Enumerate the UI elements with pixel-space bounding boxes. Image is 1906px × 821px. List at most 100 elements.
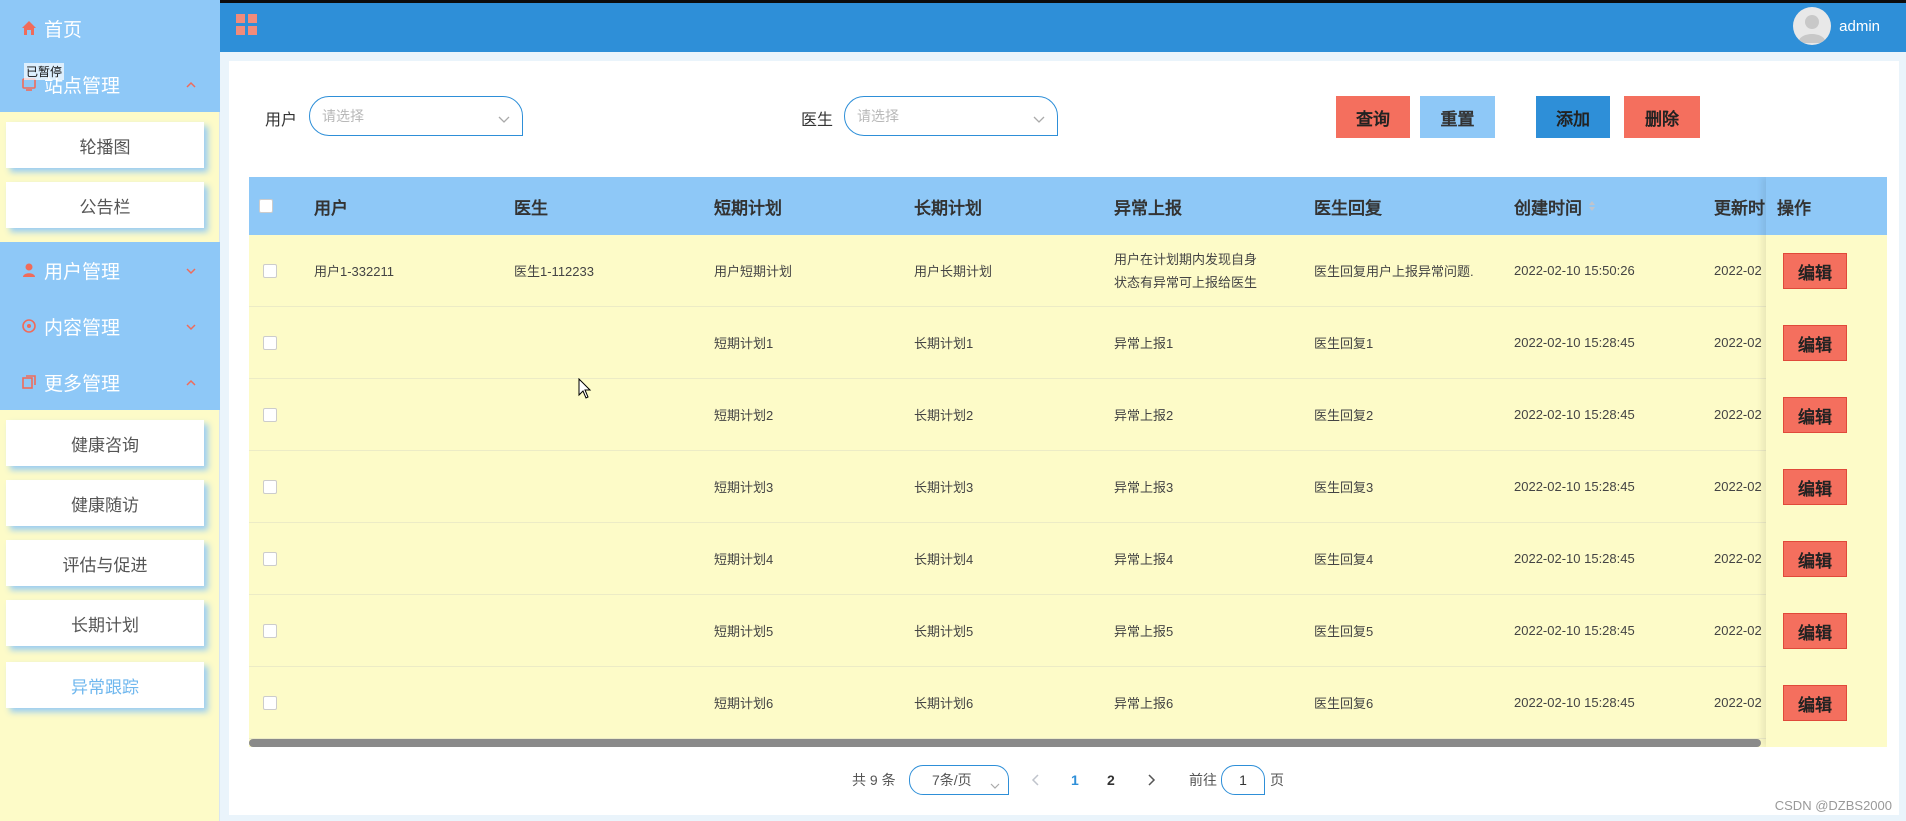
- edit-button[interactable]: 编辑: [1783, 253, 1847, 289]
- username: admin: [1839, 17, 1880, 35]
- select-all-checkbox[interactable]: [259, 199, 273, 213]
- user-select-placeholder: 请选择: [322, 108, 364, 124]
- chevron-down-icon: [184, 318, 198, 332]
- sidebar-item-carousel[interactable]: 轮播图: [6, 122, 204, 168]
- cell-doctor-reply: 医生回复3: [1314, 480, 1374, 495]
- sidebar: 首页 站点管理 已暂停 轮播图 公告栏 用户管理 内容管理 更多管理 健康咨询 …: [0, 0, 220, 821]
- cell-doctor-reply: 医生回复用户上报异常问题.: [1314, 264, 1474, 279]
- cell-updated-time: 2022-02: [1714, 335, 1762, 350]
- goto-suffix: 页: [1270, 772, 1284, 788]
- chevron-down-icon: [498, 111, 510, 123]
- cell-long-plan: 长期计划6: [914, 696, 974, 711]
- doctor-select[interactable]: 请选择: [844, 96, 1058, 136]
- user-icon: [20, 261, 38, 279]
- table-row: 短期计划3 长期计划3 异常上报3 医生回复3 2022-02-10 15:28:45 2…: [249, 451, 1887, 523]
- sidebar-item-assessment[interactable]: 评估与促进: [6, 540, 204, 586]
- cell-long-plan: 长期计划5: [914, 624, 974, 639]
- sidebar-menu-home[interactable]: 首页: [0, 0, 220, 56]
- cell-short-plan: 短期计划1: [714, 336, 774, 351]
- goto-prefix: 前往: [1189, 772, 1217, 788]
- sidebar-menu-content[interactable]: 内容管理: [0, 298, 220, 354]
- cell-created-time: 2022-02-10 15:28:45: [1514, 695, 1635, 710]
- sidebar-menu-label: 更多管理: [44, 373, 121, 395]
- goto-page-input[interactable]: 1: [1221, 765, 1265, 795]
- edit-button[interactable]: 编辑: [1783, 397, 1847, 433]
- doctor-select-placeholder: 请选择: [857, 108, 899, 124]
- next-page-icon[interactable]: [1146, 765, 1156, 795]
- cell-doctor: 医生1-112233: [514, 264, 594, 279]
- row-checkbox[interactable]: [263, 624, 277, 638]
- prev-page-icon[interactable]: [1031, 765, 1041, 795]
- content-icon: [20, 317, 38, 335]
- cell-created-time: 2022-02-10 15:28:45: [1514, 623, 1635, 638]
- cell-anomaly-report: 异常上报6: [1114, 696, 1174, 711]
- doctor-filter-label: 医生: [801, 112, 834, 129]
- chevron-down-icon: [184, 262, 198, 276]
- table-row: 短期计划2 长期计划2 异常上报2 医生回复2 2022-02-10 15:28:45 2…: [249, 379, 1887, 451]
- page-size-select[interactable]: 7条/页: [909, 765, 1009, 795]
- cell-long-plan: 用户长期计划: [914, 264, 993, 279]
- edit-button[interactable]: 编辑: [1783, 469, 1847, 505]
- data-table: 用户 医生 短期计划 长期计划 异常上报 医生回复 创建时间 更新时间 用户1-…: [249, 177, 1887, 747]
- cell-long-plan: 长期计划2: [914, 408, 974, 423]
- chevron-down-icon: [1033, 111, 1045, 123]
- reset-button[interactable]: 重置: [1420, 96, 1495, 138]
- col-long-plan: 长期计划: [914, 198, 982, 218]
- menu-grid-icon[interactable]: [235, 13, 259, 37]
- delete-button[interactable]: 删除: [1624, 96, 1700, 138]
- user-select[interactable]: 请选择: [309, 96, 523, 136]
- row-checkbox[interactable]: [263, 696, 277, 710]
- sidebar-item-long-plan[interactable]: 长期计划: [6, 600, 204, 646]
- row-checkbox[interactable]: [263, 552, 277, 566]
- top-bar: admin: [220, 0, 1906, 52]
- col-doctor: 医生: [514, 198, 548, 218]
- table-row: 短期计划1 长期计划1 异常上报1 医生回复1 2022-02-10 15:28:45 2…: [249, 307, 1887, 379]
- sidebar-menu-label: 用户管理: [44, 261, 121, 283]
- cell-updated-time: 2022-02: [1714, 479, 1762, 494]
- table-row: 短期计划6 长期计划6 异常上报6 医生回复6 2022-02-10 15:28:45 2…: [249, 667, 1887, 739]
- sidebar-item-notice[interactable]: 公告栏: [6, 182, 204, 228]
- row-checkbox[interactable]: [263, 408, 277, 422]
- paused-tooltip: 已暂停: [24, 63, 65, 80]
- sidebar-item-anomaly-tracking[interactable]: 异常跟踪: [6, 662, 204, 708]
- sort-icon[interactable]: [1588, 200, 1596, 212]
- edit-button[interactable]: 编辑: [1783, 325, 1847, 361]
- cell-anomaly-report: 异常上报5: [1114, 624, 1174, 639]
- edit-button[interactable]: 编辑: [1783, 613, 1847, 649]
- cell-created-time: 2022-02-10 15:28:45: [1514, 479, 1635, 494]
- row-checkbox[interactable]: [263, 480, 277, 494]
- cell-doctor-reply: 医生回复6: [1314, 696, 1374, 711]
- sidebar-item-health-followup[interactable]: 健康随访: [6, 480, 204, 526]
- page-size-value: 7条/页: [932, 772, 972, 788]
- horizontal-scrollbar[interactable]: [249, 739, 1761, 747]
- col-operation: 操作: [1766, 177, 1887, 235]
- cell-long-plan: 长期计划1: [914, 336, 974, 351]
- cell-created-time: 2022-02-10 15:28:45: [1514, 551, 1635, 566]
- cell-long-plan: 长期计划3: [914, 480, 974, 495]
- table-row: 短期计划5 长期计划5 异常上报5 医生回复5 2022-02-10 15:28:45 2…: [249, 595, 1887, 667]
- chevron-down-icon: [990, 777, 1000, 789]
- add-button[interactable]: 添加: [1536, 96, 1610, 138]
- col-created-time-label: 创建时间: [1514, 198, 1582, 218]
- cell-doctor-reply: 医生回复1: [1314, 336, 1374, 351]
- operation-column: 操作 编辑 编辑 编辑 编辑 编辑 编辑 编辑: [1766, 177, 1887, 747]
- page-1[interactable]: 1: [1071, 765, 1079, 795]
- row-checkbox[interactable]: [263, 264, 277, 278]
- cell-short-plan: 用户短期计划: [714, 264, 793, 279]
- col-user: 用户: [314, 198, 348, 218]
- total-count: 共 9 条: [852, 772, 896, 788]
- edit-button[interactable]: 编辑: [1783, 541, 1847, 577]
- sidebar-menu-more[interactable]: 更多管理: [0, 354, 220, 410]
- cell-user: 用户1-332211: [314, 264, 394, 279]
- sidebar-menu-label: 内容管理: [44, 317, 121, 339]
- row-checkbox[interactable]: [263, 336, 277, 350]
- query-button[interactable]: 查询: [1336, 96, 1410, 138]
- col-created-time[interactable]: 创建时间: [1514, 177, 1596, 235]
- page-2[interactable]: 2: [1107, 765, 1115, 795]
- sidebar-item-health-consult[interactable]: 健康咨询: [6, 420, 204, 466]
- sidebar-menu-user[interactable]: 用户管理: [0, 242, 220, 298]
- watermark: CSDN @DZBS2000: [1774, 798, 1892, 813]
- edit-button[interactable]: 编辑: [1783, 685, 1847, 721]
- user-menu[interactable]: admin: [1793, 7, 1880, 45]
- cell-created-time: 2022-02-10 15:28:45: [1514, 335, 1635, 350]
